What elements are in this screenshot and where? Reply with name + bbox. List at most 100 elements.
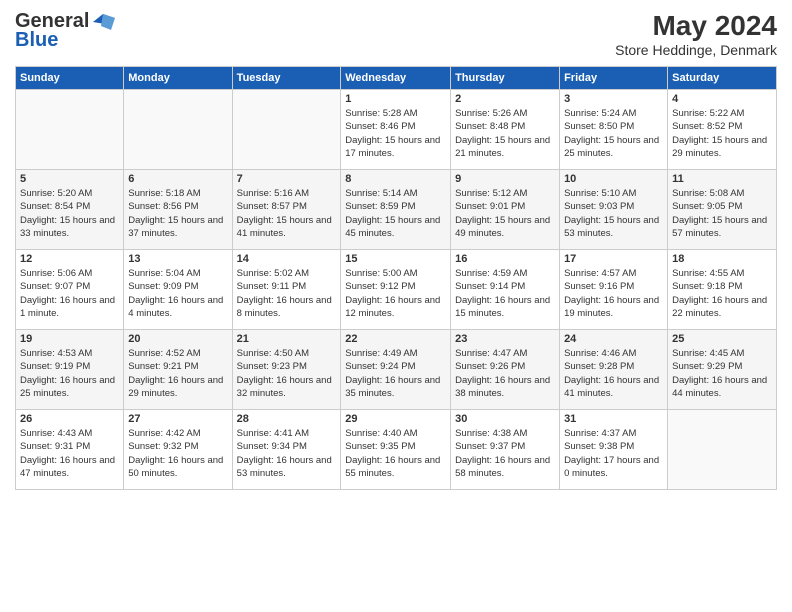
day-number: 1 [345, 93, 446, 105]
day-info: Sunrise: 4:38 AM Sunset: 9:37 PM Dayligh… [455, 427, 555, 480]
day-info: Sunrise: 5:24 AM Sunset: 8:50 PM Dayligh… [564, 107, 663, 160]
day-number: 15 [345, 253, 446, 265]
day-number: 18 [672, 253, 772, 265]
logo-blue-text: Blue [15, 29, 58, 52]
day-number: 4 [672, 93, 772, 105]
header-monday: Monday [124, 67, 232, 90]
header: General Blue May 2024 Store Heddinge, De… [15, 10, 777, 58]
calendar-cell-w1-d1 [16, 90, 124, 170]
calendar-cell-w4-d6: 24Sunrise: 4:46 AM Sunset: 9:28 PM Dayli… [560, 330, 668, 410]
calendar-cell-w5-d7 [668, 410, 777, 490]
week-row-1: 1 Sunrise: 5:28 AM Sunset: 8:46 PM Daylig… [16, 90, 777, 170]
calendar-cell-w2-d4: 8Sunrise: 5:14 AM Sunset: 8:59 PM Daylig… [341, 170, 451, 250]
calendar-table: Sunday Monday Tuesday Wednesday Thursday… [15, 66, 777, 490]
calendar-subtitle: Store Heddinge, Denmark [615, 42, 777, 58]
day-info: Sunrise: 4:45 AM Sunset: 9:29 PM Dayligh… [672, 347, 772, 400]
calendar-cell-w5-d5: 30 Sunrise: 4:38 AM Sunset: 9:37 PM Dayli… [451, 410, 560, 490]
day-number: 11 [672, 173, 772, 185]
day-number: 28 [237, 413, 337, 425]
logo-bird-icon [93, 14, 115, 30]
calendar-cell-w4-d2: 20 Sunrise: 4:52 AM Sunset: 9:21 PM Dayli… [124, 330, 232, 410]
calendar-title: May 2024 [615, 10, 777, 42]
day-number: 10 [564, 173, 663, 185]
day-info: Sunrise: 5:16 AM Sunset: 8:57 PM Dayligh… [237, 187, 337, 240]
day-info: Sunrise: 5:18 AM Sunset: 8:56 PM Dayligh… [128, 187, 227, 240]
calendar-cell-w1-d6: 3 Sunrise: 5:24 AM Sunset: 8:50 PM Daylig… [560, 90, 668, 170]
day-number: 22 [345, 333, 446, 345]
day-info: Sunrise: 4:57 AM Sunset: 9:16 PM Dayligh… [564, 267, 663, 320]
page: General Blue May 2024 Store Heddinge, De… [0, 0, 792, 612]
week-row-2: 5 Sunrise: 5:20 AM Sunset: 8:54 PM Daylig… [16, 170, 777, 250]
calendar-cell-w4-d5: 23Sunrise: 4:47 AM Sunset: 9:26 PM Dayli… [451, 330, 560, 410]
day-number: 20 [128, 333, 227, 345]
calendar-cell-w3-d6: 17Sunrise: 4:57 AM Sunset: 9:16 PM Dayli… [560, 250, 668, 330]
logo: General Blue [15, 10, 115, 52]
header-saturday: Saturday [668, 67, 777, 90]
day-number: 7 [237, 173, 337, 185]
day-info: Sunrise: 5:00 AM Sunset: 9:12 PM Dayligh… [345, 267, 446, 320]
calendar-header-row: Sunday Monday Tuesday Wednesday Thursday… [16, 67, 777, 90]
day-info: Sunrise: 5:26 AM Sunset: 8:48 PM Dayligh… [455, 107, 555, 160]
calendar-cell-w1-d3 [232, 90, 341, 170]
day-info: Sunrise: 5:06 AM Sunset: 9:07 PM Dayligh… [20, 267, 119, 320]
calendar-cell-w2-d2: 6 Sunrise: 5:18 AM Sunset: 8:56 PM Daylig… [124, 170, 232, 250]
calendar-cell-w3-d5: 16 Sunrise: 4:59 AM Sunset: 9:14 PM Dayli… [451, 250, 560, 330]
header-tuesday: Tuesday [232, 67, 341, 90]
calendar-cell-w3-d2: 13 Sunrise: 5:04 AM Sunset: 9:09 PM Dayli… [124, 250, 232, 330]
calendar-cell-w5-d6: 31 Sunrise: 4:37 AM Sunset: 9:38 PM Dayli… [560, 410, 668, 490]
header-wednesday: Wednesday [341, 67, 451, 90]
calendar-cell-w4-d3: 21Sunrise: 4:50 AM Sunset: 9:23 PM Dayli… [232, 330, 341, 410]
week-row-4: 19Sunrise: 4:53 AM Sunset: 9:19 PM Dayli… [16, 330, 777, 410]
day-number: 6 [128, 173, 227, 185]
title-section: May 2024 Store Heddinge, Denmark [615, 10, 777, 58]
day-info: Sunrise: 4:37 AM Sunset: 9:38 PM Dayligh… [564, 427, 663, 480]
calendar-cell-w3-d3: 14 Sunrise: 5:02 AM Sunset: 9:11 PM Dayli… [232, 250, 341, 330]
day-info: Sunrise: 4:59 AM Sunset: 9:14 PM Dayligh… [455, 267, 555, 320]
calendar-cell-w1-d4: 1 Sunrise: 5:28 AM Sunset: 8:46 PM Daylig… [341, 90, 451, 170]
calendar-cell-w4-d7: 25Sunrise: 4:45 AM Sunset: 9:29 PM Dayli… [668, 330, 777, 410]
day-number: 27 [128, 413, 227, 425]
day-number: 8 [345, 173, 446, 185]
day-info: Sunrise: 5:08 AM Sunset: 9:05 PM Dayligh… [672, 187, 772, 240]
calendar-cell-w1-d7: 4Sunrise: 5:22 AM Sunset: 8:52 PM Daylig… [668, 90, 777, 170]
calendar-cell-w5-d1: 26 Sunrise: 4:43 AM Sunset: 9:31 PM Dayli… [16, 410, 124, 490]
day-info: Sunrise: 5:04 AM Sunset: 9:09 PM Dayligh… [128, 267, 227, 320]
day-info: Sunrise: 4:52 AM Sunset: 9:21 PM Dayligh… [128, 347, 227, 400]
calendar-cell-w1-d5: 2Sunrise: 5:26 AM Sunset: 8:48 PM Daylig… [451, 90, 560, 170]
day-info: Sunrise: 4:53 AM Sunset: 9:19 PM Dayligh… [20, 347, 119, 400]
calendar-cell-w5-d4: 29Sunrise: 4:40 AM Sunset: 9:35 PM Dayli… [341, 410, 451, 490]
calendar-cell-w2-d3: 7 Sunrise: 5:16 AM Sunset: 8:57 PM Daylig… [232, 170, 341, 250]
calendar-cell-w3-d1: 12Sunrise: 5:06 AM Sunset: 9:07 PM Dayli… [16, 250, 124, 330]
day-info: Sunrise: 4:55 AM Sunset: 9:18 PM Dayligh… [672, 267, 772, 320]
day-number: 13 [128, 253, 227, 265]
day-number: 31 [564, 413, 663, 425]
day-info: Sunrise: 5:28 AM Sunset: 8:46 PM Dayligh… [345, 107, 446, 160]
calendar-cell-w4-d4: 22Sunrise: 4:49 AM Sunset: 9:24 PM Dayli… [341, 330, 451, 410]
day-info: Sunrise: 5:12 AM Sunset: 9:01 PM Dayligh… [455, 187, 555, 240]
day-number: 16 [455, 253, 555, 265]
day-number: 26 [20, 413, 119, 425]
day-info: Sunrise: 5:10 AM Sunset: 9:03 PM Dayligh… [564, 187, 663, 240]
day-info: Sunrise: 4:41 AM Sunset: 9:34 PM Dayligh… [237, 427, 337, 480]
day-info: Sunrise: 5:20 AM Sunset: 8:54 PM Dayligh… [20, 187, 119, 240]
day-number: 23 [455, 333, 555, 345]
calendar-cell-w2-d6: 10 Sunrise: 5:10 AM Sunset: 9:03 PM Dayli… [560, 170, 668, 250]
calendar-cell-w5-d3: 28 Sunrise: 4:41 AM Sunset: 9:34 PM Dayli… [232, 410, 341, 490]
day-number: 5 [20, 173, 119, 185]
header-sunday: Sunday [16, 67, 124, 90]
header-thursday: Thursday [451, 67, 560, 90]
day-info: Sunrise: 5:02 AM Sunset: 9:11 PM Dayligh… [237, 267, 337, 320]
day-number: 30 [455, 413, 555, 425]
week-row-3: 12Sunrise: 5:06 AM Sunset: 9:07 PM Dayli… [16, 250, 777, 330]
day-number: 29 [345, 413, 446, 425]
day-number: 3 [564, 93, 663, 105]
day-info: Sunrise: 4:42 AM Sunset: 9:32 PM Dayligh… [128, 427, 227, 480]
day-info: Sunrise: 4:50 AM Sunset: 9:23 PM Dayligh… [237, 347, 337, 400]
week-row-5: 26 Sunrise: 4:43 AM Sunset: 9:31 PM Dayli… [16, 410, 777, 490]
day-number: 14 [237, 253, 337, 265]
calendar-cell-w2-d5: 9 Sunrise: 5:12 AM Sunset: 9:01 PM Daylig… [451, 170, 560, 250]
day-info: Sunrise: 4:43 AM Sunset: 9:31 PM Dayligh… [20, 427, 119, 480]
calendar-cell-w5-d2: 27 Sunrise: 4:42 AM Sunset: 9:32 PM Dayli… [124, 410, 232, 490]
day-number: 24 [564, 333, 663, 345]
day-number: 9 [455, 173, 555, 185]
